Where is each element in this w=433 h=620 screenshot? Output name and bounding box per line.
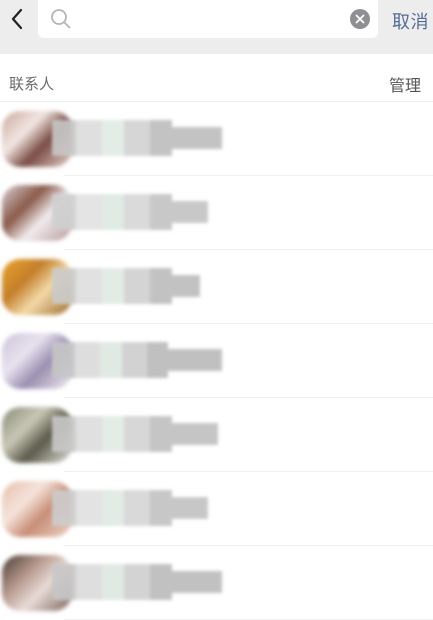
contact-row[interactable]: [0, 546, 433, 620]
contact-name-redacted: [52, 490, 222, 526]
contact-name-redacted: [52, 342, 222, 378]
contact-row[interactable]: [0, 324, 433, 398]
close-circle-icon: [355, 14, 365, 24]
search-box[interactable]: [38, 0, 378, 38]
chevron-left-icon: [11, 8, 23, 30]
contacts-section-header: 联系人 管理: [0, 68, 433, 100]
contact-row[interactable]: [0, 102, 433, 176]
contact-name-redacted: [52, 120, 222, 156]
clear-search-button[interactable]: [350, 9, 370, 29]
cancel-button[interactable]: 取消: [392, 8, 429, 34]
contact-row[interactable]: [0, 398, 433, 472]
section-title: 联系人: [9, 76, 55, 93]
contact-name-redacted: [52, 194, 222, 230]
search-input[interactable]: [78, 8, 342, 32]
contact-name-redacted: [52, 416, 222, 452]
contact-name-redacted: [52, 268, 222, 304]
contact-row[interactable]: [0, 250, 433, 324]
back-button[interactable]: [4, 4, 30, 34]
search-bar: 取消: [0, 0, 433, 54]
magnifier-icon: [51, 9, 71, 29]
manage-button[interactable]: 管理: [389, 72, 421, 96]
contact-row[interactable]: [0, 176, 433, 250]
contact-name-redacted: [52, 564, 222, 600]
contact-row[interactable]: [0, 472, 433, 546]
